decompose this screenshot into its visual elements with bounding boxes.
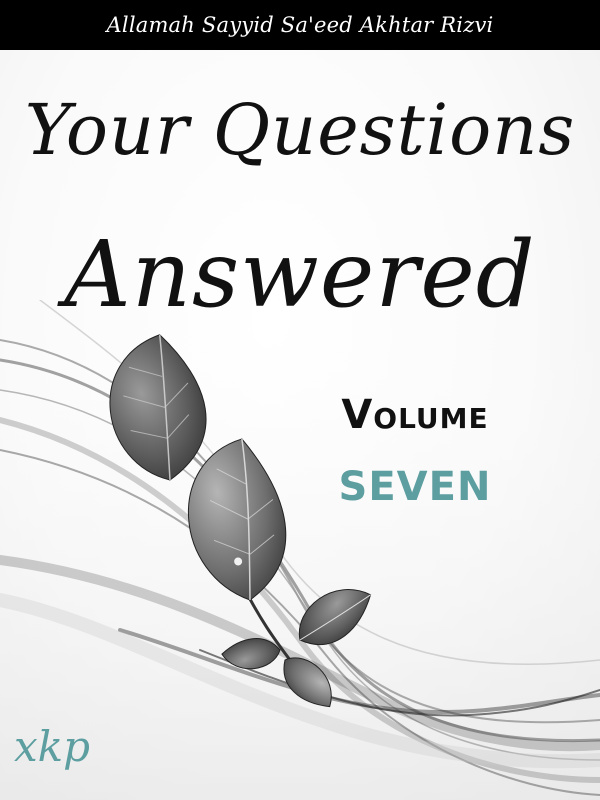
volume-label: Volume bbox=[341, 392, 489, 438]
publisher-logo: xkp bbox=[14, 722, 91, 771]
title-line-1: Your Questions bbox=[24, 89, 576, 171]
book-cover: Allamah Sayyid Sa'eed Akhtar Rizvi Your … bbox=[0, 0, 600, 800]
volume-number: SEVEN bbox=[338, 464, 492, 510]
author-bar: Allamah Sayyid Sa'eed Akhtar Rizvi bbox=[0, 0, 600, 50]
author-name: Allamah Sayyid Sa'eed Akhtar Rizvi bbox=[106, 13, 494, 37]
